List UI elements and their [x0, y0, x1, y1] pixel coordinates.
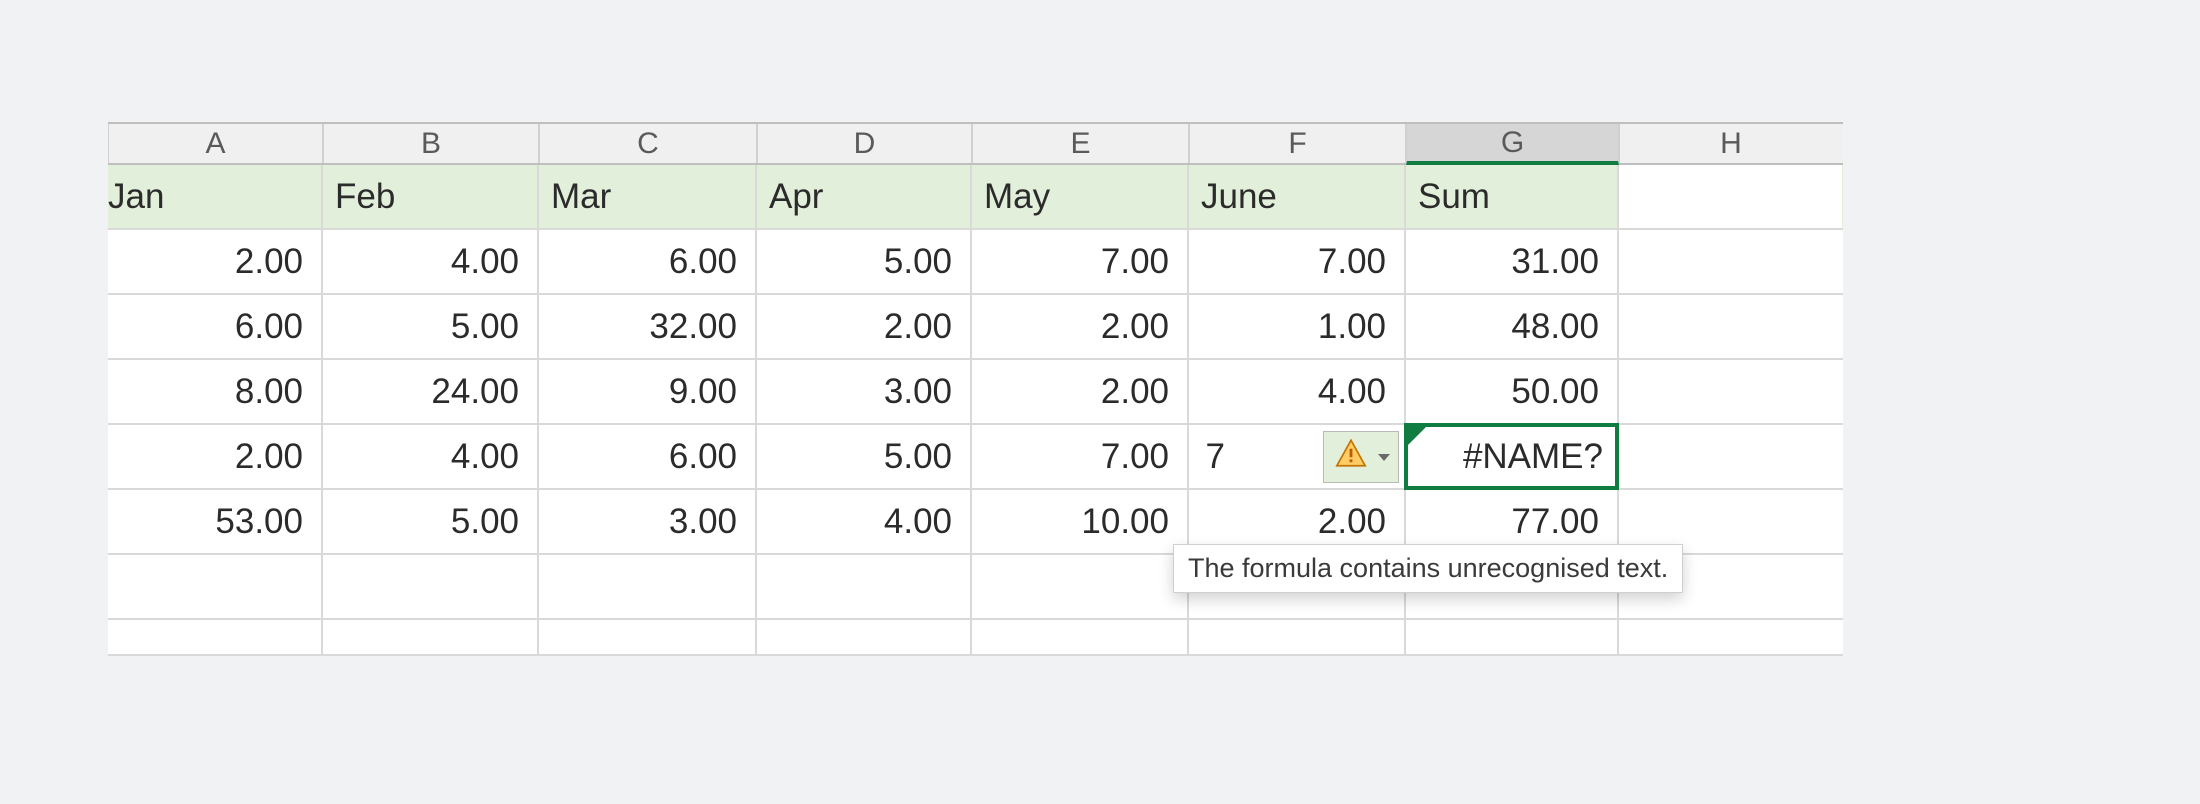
column-header-A[interactable]: A: [108, 124, 323, 163]
warning-triangle-icon: [1334, 436, 1368, 479]
column-header-F[interactable]: F: [1189, 124, 1406, 163]
cell-A4[interactable]: 8.00: [108, 360, 323, 423]
error-smart-tag[interactable]: [1323, 431, 1399, 483]
cell-H4[interactable]: [1619, 360, 1842, 423]
cell-B4[interactable]: 24.00: [323, 360, 539, 423]
cell-H3[interactable]: [1619, 295, 1842, 358]
cell-E6[interactable]: 10.00: [972, 490, 1189, 553]
cell-B5[interactable]: 4.00: [323, 425, 539, 488]
cell-H5[interactable]: [1619, 425, 1842, 488]
cell-F5[interactable]: 7 7.00: [1189, 425, 1406, 488]
chevron-down-icon: [1378, 454, 1390, 461]
cell-E1[interactable]: May: [972, 165, 1189, 228]
cell-C8[interactable]: [539, 620, 757, 654]
cell-C7[interactable]: [539, 555, 757, 618]
cell-D1[interactable]: Apr: [757, 165, 972, 228]
column-header-G[interactable]: G: [1406, 124, 1619, 165]
cell-E7[interactable]: [972, 555, 1189, 618]
cell-A5[interactable]: 2.00: [108, 425, 323, 488]
cell-F8[interactable]: [1189, 620, 1406, 654]
cell-C2[interactable]: 6.00: [539, 230, 757, 293]
table-row: 6.00 5.00 32.00 2.00 2.00 1.00 48.00: [108, 295, 1843, 360]
cell-F1[interactable]: June: [1189, 165, 1406, 228]
cell-C4[interactable]: 9.00: [539, 360, 757, 423]
cell-E5[interactable]: 7.00: [972, 425, 1189, 488]
cell-F2[interactable]: 7.00: [1189, 230, 1406, 293]
column-header-H[interactable]: H: [1619, 124, 1842, 163]
cell-G8[interactable]: [1406, 620, 1619, 654]
error-tooltip: The formula contains unrecognised text.: [1173, 544, 1683, 593]
column-header-E[interactable]: E: [972, 124, 1189, 163]
cell-A8[interactable]: [108, 620, 323, 654]
cell-D6[interactable]: 4.00: [757, 490, 972, 553]
table-row: 2.00 4.00 6.00 5.00 7.00 7.00 31.00: [108, 230, 1843, 295]
cell-A1[interactable]: Jan: [108, 165, 323, 228]
spreadsheet: A B C D E F G H Jan Feb Mar Apr May June…: [108, 122, 1843, 656]
cell-B8[interactable]: [323, 620, 539, 654]
cell-F5-partial-visible: 7: [1189, 425, 1227, 488]
cell-B7[interactable]: [323, 555, 539, 618]
cell-A3[interactable]: 6.00: [108, 295, 323, 358]
cell-F3[interactable]: 1.00: [1189, 295, 1406, 358]
cell-D5[interactable]: 5.00: [757, 425, 972, 488]
column-header-row: A B C D E F G H: [108, 122, 1843, 165]
cell-C5[interactable]: 6.00: [539, 425, 757, 488]
table-header-row: Jan Feb Mar Apr May June Sum: [108, 165, 1843, 230]
cell-C1[interactable]: Mar: [539, 165, 757, 228]
table-row: 2.00 4.00 6.00 5.00 7.00 7 7.00: [108, 425, 1843, 490]
cell-G5-value: #NAME?: [1463, 437, 1603, 477]
cell-C3[interactable]: 32.00: [539, 295, 757, 358]
cell-D2[interactable]: 5.00: [757, 230, 972, 293]
selected-cell[interactable]: #NAME?: [1404, 423, 1619, 490]
cell-H2[interactable]: [1619, 230, 1842, 293]
cell-E8[interactable]: [972, 620, 1189, 654]
column-header-B[interactable]: B: [323, 124, 539, 163]
cell-D4[interactable]: 3.00: [757, 360, 972, 423]
cell-B3[interactable]: 5.00: [323, 295, 539, 358]
error-indicator-triangle: [1408, 427, 1426, 445]
cell-G5[interactable]: #NAME?: [1406, 425, 1619, 488]
cell-B1[interactable]: Feb: [323, 165, 539, 228]
cell-H8[interactable]: [1619, 620, 1842, 654]
cell-E4[interactable]: 2.00: [972, 360, 1189, 423]
cell-A2[interactable]: 2.00: [108, 230, 323, 293]
cell-C6[interactable]: 3.00: [539, 490, 757, 553]
cell-D8[interactable]: [757, 620, 972, 654]
cell-D7[interactable]: [757, 555, 972, 618]
cell-E3[interactable]: 2.00: [972, 295, 1189, 358]
column-header-D[interactable]: D: [757, 124, 972, 163]
cell-H1[interactable]: [1619, 165, 1842, 228]
table-row: [108, 620, 1843, 656]
cell-F4[interactable]: 4.00: [1189, 360, 1406, 423]
cell-B2[interactable]: 4.00: [323, 230, 539, 293]
cell-A7[interactable]: [108, 555, 323, 618]
table-row: 8.00 24.00 9.00 3.00 2.00 4.00 50.00: [108, 360, 1843, 425]
cell-G1[interactable]: Sum: [1406, 165, 1619, 228]
cell-G4[interactable]: 50.00: [1406, 360, 1619, 423]
cell-G2[interactable]: 31.00: [1406, 230, 1619, 293]
cell-A6[interactable]: 53.00: [108, 490, 323, 553]
cell-D3[interactable]: 2.00: [757, 295, 972, 358]
cell-G3[interactable]: 48.00: [1406, 295, 1619, 358]
cell-B6[interactable]: 5.00: [323, 490, 539, 553]
cell-E2[interactable]: 7.00: [972, 230, 1189, 293]
column-header-C[interactable]: C: [539, 124, 757, 163]
